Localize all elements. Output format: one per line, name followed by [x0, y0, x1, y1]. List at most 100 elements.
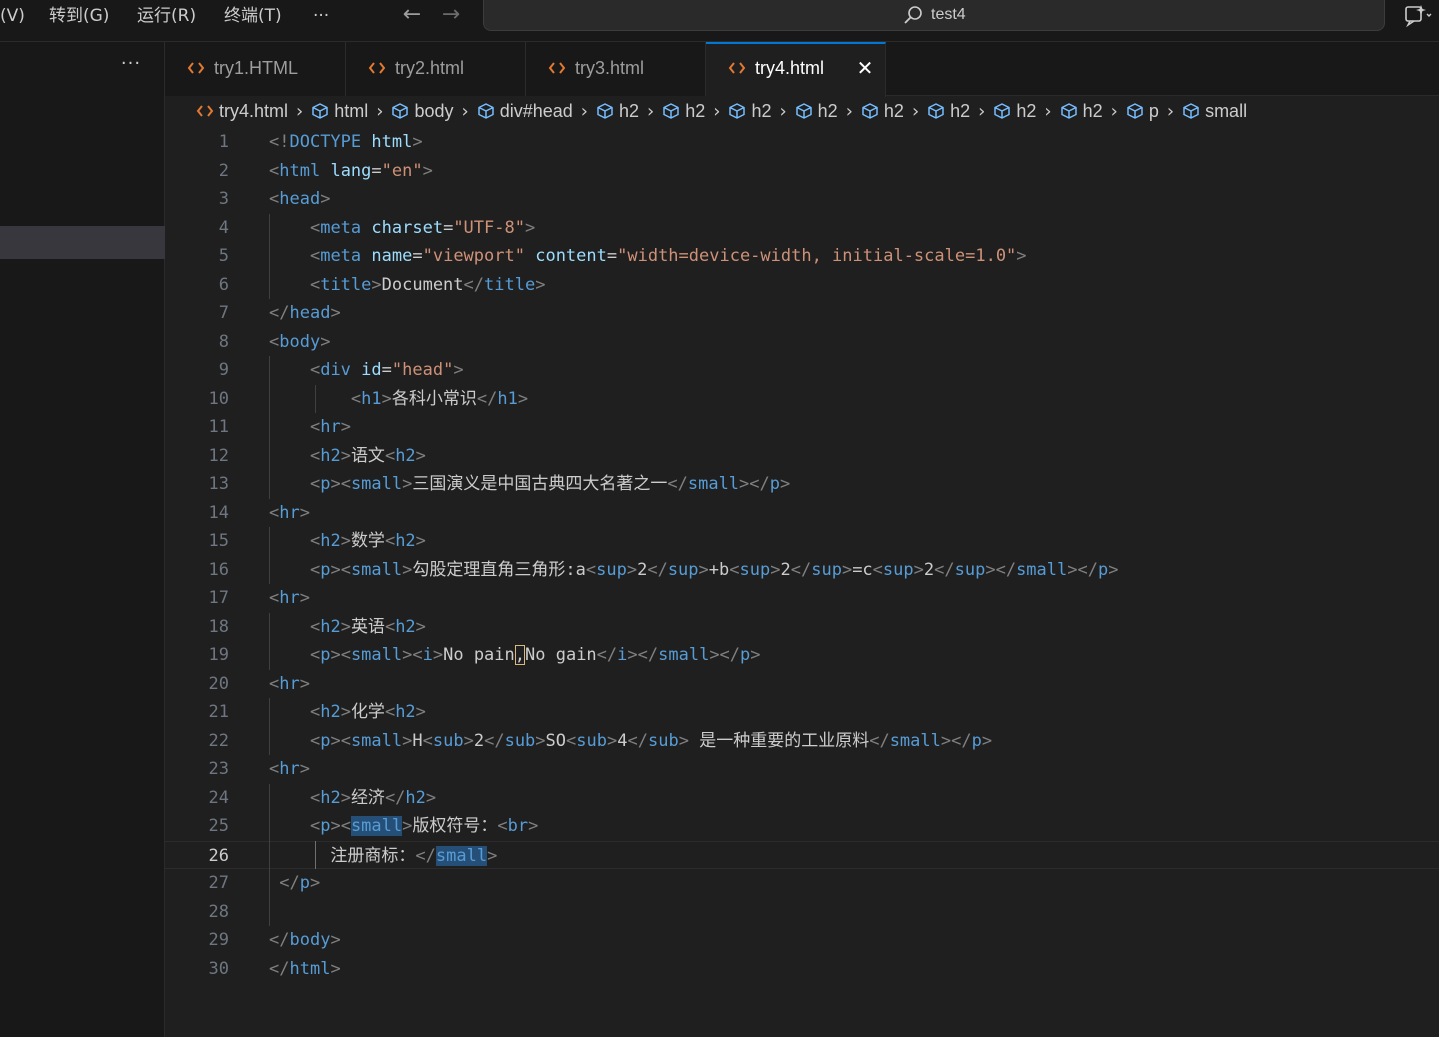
code-token: ,	[514, 645, 526, 665]
line-number: 3	[218, 189, 229, 209]
sidebar-more-icon[interactable]: ···	[118, 54, 144, 80]
code-token: >	[517, 388, 529, 409]
close-icon[interactable]: ✕	[854, 57, 876, 79]
code-token: div	[320, 360, 351, 380]
menu-terminal[interactable]: 终端(T)	[224, 3, 282, 29]
code-token: "viewport"	[422, 246, 525, 266]
code-token: =	[381, 360, 392, 380]
line-number: 15	[208, 531, 229, 551]
code-line[interactable]: 30 </html>	[165, 955, 1439, 984]
code-line[interactable]: 5 <meta name="viewport" content="width=d…	[165, 242, 1439, 271]
breadcrumb-label: h2	[751, 100, 772, 121]
breadcrumb-item[interactable]: h2	[596, 97, 639, 125]
menu-goto[interactable]: 转到(G)	[49, 3, 109, 29]
code-line[interactable]: 2 <html lang="en">	[165, 157, 1439, 186]
back-arrow-icon[interactable]: ←	[397, 3, 427, 29]
code-line[interactable]: 20 <hr>	[165, 670, 1439, 699]
code-token: <	[309, 417, 321, 437]
breadcrumb-item[interactable]: h2	[662, 97, 705, 125]
code-token: html	[289, 958, 331, 979]
code-token: h2	[395, 445, 416, 466]
code-line[interactable]: 10 <h1>各科小常识</h1>	[165, 385, 1439, 414]
code-line[interactable]: 7 </head>	[165, 299, 1439, 328]
code-token: ><	[330, 474, 351, 494]
code-text: <div id="head">	[269, 356, 464, 385]
code-token: <	[729, 559, 740, 580]
tab-label: try3.html	[575, 58, 645, 78]
code-line[interactable]: 4 <meta charset="UTF-8">	[165, 214, 1439, 243]
code-token: br	[507, 816, 529, 836]
code-line[interactable]: 19 <p><small><i>No pain,No gain</i></sma…	[165, 641, 1439, 670]
html-file-icon	[728, 62, 746, 74]
code-line[interactable]: 9 <div id="head">	[165, 356, 1439, 385]
code-token: >	[780, 474, 791, 494]
chevron-right-icon: ›	[376, 100, 384, 122]
code-line[interactable]: 13 <p><small>三国演义是中国古典四大名著之一</small></p>	[165, 470, 1439, 499]
menu-more[interactable]: ···	[313, 3, 329, 29]
code-token: >	[340, 702, 351, 722]
code-line[interactable]: 1 <!DOCTYPE html>	[165, 128, 1439, 157]
code-line[interactable]: 17 <hr>	[165, 584, 1439, 613]
code-line[interactable]: 29 </body>	[165, 926, 1439, 955]
breadcrumb-item[interactable]: body	[391, 97, 453, 125]
code-token: small	[350, 816, 403, 836]
code-token: head	[289, 303, 331, 323]
breadcrumb-item[interactable]: h2	[993, 97, 1036, 125]
tab-try1[interactable]: try1.HTML	[165, 42, 346, 96]
code-line[interactable]: 23 <hr>	[165, 755, 1439, 784]
tab-try3[interactable]: try3.html	[526, 42, 706, 96]
code-line[interactable]: 28	[165, 898, 1439, 927]
code-line[interactable]: 8 <body>	[165, 328, 1439, 357]
breadcrumb-label: h2	[883, 100, 904, 121]
code-line[interactable]: 27 </p>	[165, 869, 1439, 898]
code-token: <	[269, 160, 280, 181]
copilot-sparkle-icon[interactable]	[1402, 2, 1432, 28]
code-token: </	[269, 303, 290, 323]
breadcrumb-item[interactable]: html	[311, 97, 368, 125]
code-line[interactable]: 18 <h2>英语<h2>	[165, 613, 1439, 642]
breadcrumb-item[interactable]: h2	[795, 97, 838, 125]
code-line[interactable]: 16 <p><small>勾股定理直角三角形:a<sup>2</sup>+b<s…	[165, 556, 1439, 585]
code-line[interactable]: 22 <p><small>H<sub>2</sub>SO<sub>4</sub>…	[165, 727, 1439, 756]
code-line[interactable]: 3 <head>	[165, 185, 1439, 214]
code-token: <	[350, 388, 362, 409]
sidebar-selected-item[interactable]	[0, 226, 165, 259]
forward-arrow-icon[interactable]: →	[436, 3, 466, 29]
code-text: <body>	[269, 328, 330, 357]
code-token: >	[415, 445, 426, 466]
breadcrumb-item[interactable]: h2	[861, 97, 904, 125]
element-cube-icon	[729, 103, 746, 119]
code-token: ><	[402, 645, 423, 665]
code-line[interactable]: 26 注册商标：</small>	[165, 840, 1439, 869]
code-line[interactable]: 14 <hr>	[165, 499, 1439, 528]
code-line[interactable]: 12 <h2>语文<h2>	[165, 442, 1439, 471]
code-line[interactable]: 15 <h2>数学<h2>	[165, 527, 1439, 556]
breadcrumb-item[interactable]: small	[1182, 97, 1247, 125]
breadcrumb-label: div#head	[499, 100, 573, 121]
code-line[interactable]: 21 <h2>化学<h2>	[165, 698, 1439, 727]
code-line[interactable]: 6 <title>Document</title>	[165, 271, 1439, 300]
code-line[interactable]: 24 <h2>经济</h2>	[165, 784, 1439, 813]
line-number: 16	[208, 559, 229, 580]
breadcrumb-file[interactable]: try4.html	[196, 97, 288, 125]
command-center-search[interactable]: test4	[483, 0, 1385, 31]
menu-run[interactable]: 运行(R)	[137, 3, 196, 29]
code-editor[interactable]: 1 <!DOCTYPE html> 2 <html lang="en"> 3 <head>…	[165, 126, 1439, 1037]
breadcrumb-item[interactable]: div#head	[477, 97, 573, 125]
breadcrumb-item[interactable]: p	[1126, 97, 1159, 125]
code-line[interactable]: 11 <hr>	[165, 413, 1439, 442]
breadcrumb-item[interactable]: h2	[1060, 97, 1103, 125]
tab-try4[interactable]: try4.html ✕	[706, 42, 886, 97]
breadcrumb-item[interactable]: h2	[728, 97, 771, 125]
tab-try2[interactable]: try2.html	[346, 42, 526, 96]
code-token: name	[371, 246, 413, 266]
code-token: </	[384, 787, 406, 808]
menu-view[interactable]: (V)	[0, 3, 25, 29]
code-line[interactable]: 25 <p><small>版权符号：<br>	[165, 812, 1439, 841]
code-token: <	[309, 816, 321, 836]
code-token: sub	[432, 730, 464, 751]
code-token: <	[422, 730, 433, 751]
code-token: <	[309, 474, 321, 494]
breadcrumb-item[interactable]: h2	[927, 97, 970, 125]
